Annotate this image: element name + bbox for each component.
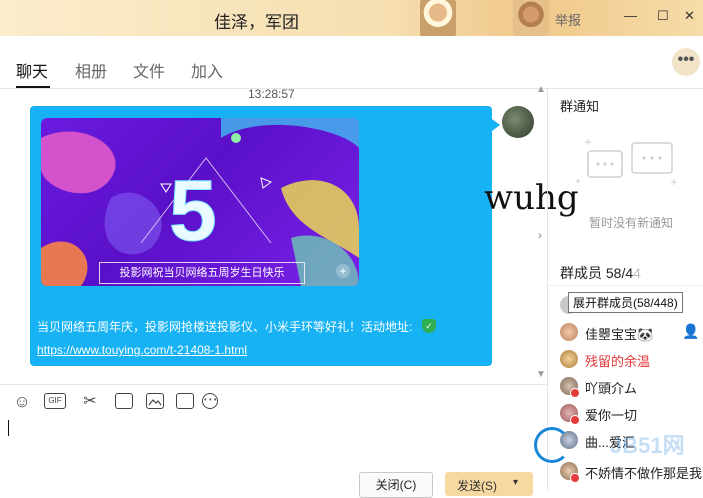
sender-avatar[interactable]	[502, 106, 534, 138]
more-icon[interactable]: ⋯	[202, 392, 218, 409]
members-count-faded: 4	[633, 265, 641, 281]
title-bar-photo	[420, 0, 456, 36]
expand-members-tooltip: 展开群成员(58/448)	[568, 292, 683, 313]
avatar	[560, 350, 578, 368]
minimize-button[interactable]: —	[624, 8, 637, 23]
send-button-label: 发送(S)	[457, 479, 497, 493]
member-name: 不娇情不做作那是我	[585, 466, 703, 481]
members-divider	[548, 285, 703, 286]
more-options-button[interactable]: •••	[672, 48, 700, 76]
banner-caption: 投影网祝当贝网络五周岁生日快乐	[99, 262, 305, 284]
status-badge	[570, 388, 580, 398]
member-item[interactable]: 不娇情不做作那是我	[560, 461, 703, 483]
text-caret	[8, 420, 9, 436]
group-notice-title: 群通知	[560, 99, 600, 114]
gif-icon[interactable]: GIF	[44, 393, 66, 409]
verified-shield-icon: ✓	[422, 319, 436, 333]
tab-join[interactable]: 加入	[191, 58, 223, 82]
site-watermark: JB51网	[610, 433, 685, 458]
avatar	[560, 323, 578, 341]
status-badge	[570, 473, 580, 483]
members-count: 58/4	[605, 265, 634, 281]
empty-notice-illustration-icon	[576, 139, 677, 185]
input-toolbar: ☺ GIF ✂ ⋯	[0, 384, 547, 421]
members-title: 群成员 58/44	[560, 263, 641, 283]
tab-album[interactable]: 相册	[75, 58, 107, 82]
empty-notice-text: 暂时没有新通知	[589, 216, 674, 230]
emoji-icon[interactable]: ☺	[12, 393, 32, 411]
member-item[interactable]: 吖頭介ム	[560, 376, 703, 398]
admin-user-icon: 👤	[682, 323, 700, 339]
tab-chat[interactable]: 聊天	[16, 58, 48, 82]
scroll-up-icon[interactable]: ▲	[536, 84, 546, 95]
member-name: 残留的余温	[585, 354, 651, 369]
bubble-tail	[492, 119, 500, 131]
stickers-icon[interactable]	[115, 393, 133, 409]
title-bar: 佳泽，军团 举报 — ☐ ✕	[0, 0, 703, 36]
tab-bar: 聊天 相册 文件 加入	[0, 36, 703, 89]
image-glyph-icon	[148, 399, 162, 406]
member-name: 吖頭介ム	[585, 381, 638, 396]
message-input[interactable]: 关闭(C) 发送(S) ▾	[0, 420, 547, 498]
report-button[interactable]: 举报	[555, 10, 581, 29]
collapse-panel-icon[interactable]: ›	[538, 228, 542, 242]
title-bar-photo	[513, 0, 549, 36]
calendar-icon[interactable]	[176, 393, 194, 409]
image-icon[interactable]	[146, 393, 164, 409]
chat-area: ▲ 13:28:57 5 投影网祝当贝网络五周岁生日快乐 + 当贝网络五周年庆，…	[0, 84, 547, 383]
zoom-plus-icon[interactable]: +	[336, 264, 350, 278]
window-title: 佳泽，军团	[214, 13, 299, 32]
message-link[interactable]: https://www.touying.com/t-21408-1.html	[37, 343, 247, 357]
member-item[interactable]: 残留的余温	[560, 349, 703, 371]
message-bubble[interactable]: 5 投影网祝当贝网络五周岁生日快乐 + 当贝网络五周年庆，投影网抢楼送投影仪、小…	[30, 106, 492, 366]
member-item[interactable]: 爱你一切	[560, 403, 703, 425]
status-badge	[570, 415, 580, 425]
message-text: 当贝网络五周年庆，投影网抢楼送投影仪、小米手环等好礼！活动地址:	[37, 320, 413, 334]
member-name: 佳瞾宝宝🐼	[585, 327, 654, 342]
banner-image[interactable]: 5 投影网祝当贝网络五周岁生日快乐 +	[41, 118, 359, 286]
banner-artwork: 5	[41, 118, 359, 286]
send-button[interactable]: 发送(S) ▾	[445, 472, 533, 496]
member-item[interactable]: 佳瞾宝宝🐼 👤	[560, 322, 703, 344]
close-button[interactable]: 关闭(C)	[359, 472, 433, 498]
loading-spinner-icon	[534, 427, 570, 463]
active-tab-indicator	[16, 86, 50, 88]
maximize-button[interactable]: ☐	[657, 8, 669, 24]
close-window-button[interactable]: ✕	[684, 8, 695, 24]
tab-files[interactable]: 文件	[133, 58, 165, 82]
members-title-label: 群成员	[560, 265, 602, 281]
scissors-icon[interactable]: ✂	[80, 393, 100, 411]
scroll-down-icon[interactable]: ▼	[536, 369, 546, 380]
banner-number: 5	[169, 163, 217, 259]
member-name: 爱你一切	[585, 408, 638, 423]
send-options-arrow-icon[interactable]: ▾	[513, 477, 518, 488]
message-timestamp: 13:28:57	[248, 87, 295, 101]
